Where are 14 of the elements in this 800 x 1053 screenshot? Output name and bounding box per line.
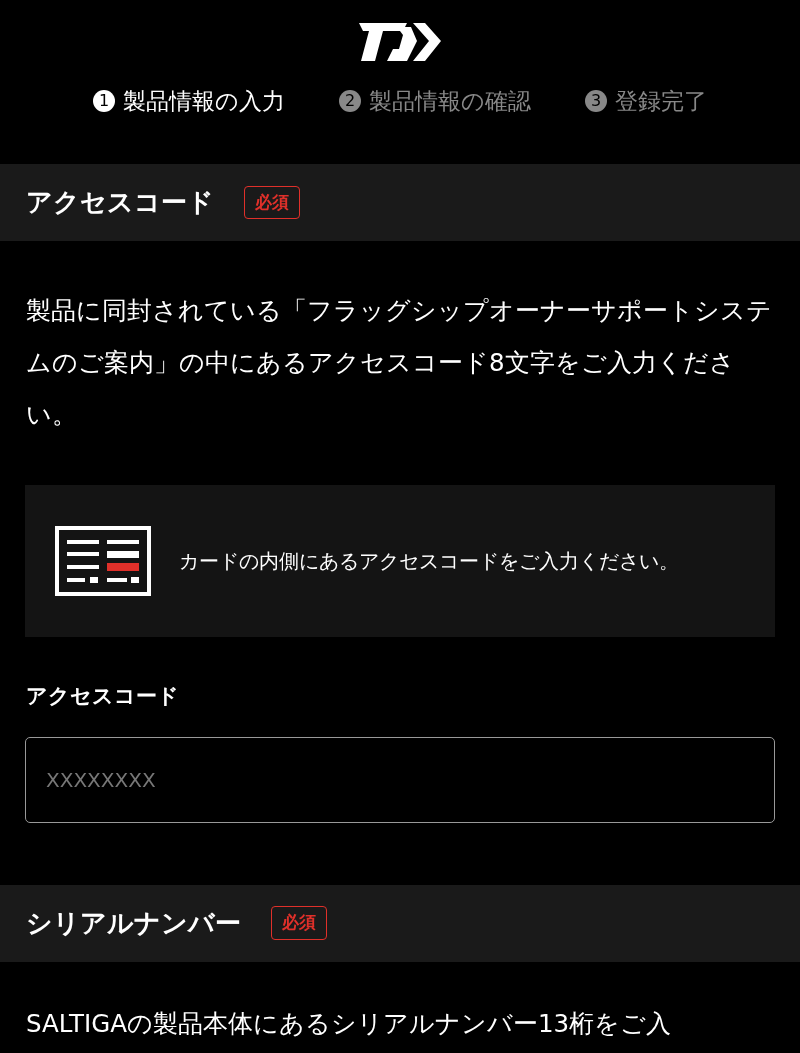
- required-label: 必須: [244, 185, 300, 220]
- card-icon: [55, 526, 151, 596]
- section-title: アクセスコード: [26, 186, 214, 219]
- hint-text: カードの内側にあるアクセスコードをご入力ください。: [179, 548, 679, 575]
- description-text: SALTIGAの製品本体にあるシリアルナンバー13桁をご入: [25, 1007, 673, 1040]
- progress-step: 3 登録完了: [585, 84, 707, 119]
- progress-step: 2 製品情報の確認: [339, 84, 531, 119]
- required-label: 必須: [271, 906, 327, 940]
- section-title: シリアルナンバー: [26, 906, 241, 940]
- progress-step: 1 製品情報の入力: [93, 84, 285, 119]
- description-text: 製品に同封されている「フラッグシップオーナーサポートシステムのご案内」の中にあるアクセスコード8文字をご入力ください。: [25, 295, 773, 431]
- access-code-field[interactable]: XXXXXXXX: [25, 736, 775, 823]
- field-label: アクセスコード: [26, 683, 180, 710]
- logo-icon: [357, 21, 443, 63]
